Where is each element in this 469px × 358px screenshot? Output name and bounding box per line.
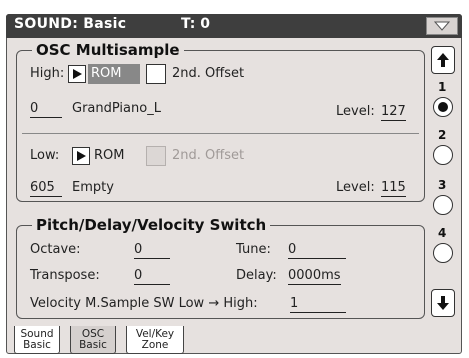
high-multisample-name[interactable]: GrandPiano_L <box>72 101 161 116</box>
high-label: High: <box>30 66 65 81</box>
delay-label: Delay: <box>236 268 277 283</box>
play-arrow-icon <box>73 69 82 79</box>
play-arrow-icon <box>77 151 86 161</box>
layer-3-radio[interactable] <box>433 195 453 215</box>
tab-sound-basic[interactable]: Sound Basic <box>14 326 60 354</box>
arrow-up-icon <box>437 53 449 67</box>
high-2nd-offset-checkbox[interactable] <box>146 64 166 84</box>
low-label: Low: <box>30 148 60 163</box>
low-multisample-name[interactable]: Empty <box>72 180 114 195</box>
velocity-switch-label: Velocity M.Sample SW Low → High: <box>30 296 258 311</box>
tab-line: Basic <box>23 339 51 351</box>
tab-osc-basic[interactable]: OSC Basic <box>70 326 116 354</box>
low-multisample-number[interactable]: 605 <box>30 180 62 197</box>
scroll-up-button[interactable] <box>431 46 455 74</box>
layer-2-radio[interactable] <box>433 145 453 165</box>
layer-1-radio[interactable] <box>433 97 453 117</box>
layer-1-number: 1 <box>438 80 447 94</box>
pitch-panel-title: Pitch/Delay/Velocity Switch <box>32 216 271 234</box>
high-2nd-offset-label: 2nd. Offset <box>172 66 245 81</box>
tune-value[interactable]: 0 <box>288 242 346 259</box>
low-level-label: Level: <box>336 180 375 195</box>
selected-dot <box>438 102 448 112</box>
high-source-selector[interactable] <box>68 65 86 83</box>
page-title: SOUND: Basic <box>14 16 127 32</box>
arrow-down-icon <box>437 296 449 310</box>
tab-line: Zone <box>141 339 169 351</box>
layer-scrollbar: 1 2 3 4 <box>429 46 457 322</box>
velocity-switch-value[interactable]: 1 <box>290 296 346 313</box>
high-multisample-number[interactable]: 0 <box>30 101 62 118</box>
delay-value[interactable]: 0000ms <box>288 268 341 285</box>
tab-vel-key-zone[interactable]: Vel/Key Zone <box>126 326 184 354</box>
low-2nd-offset-checkbox[interactable] <box>146 146 166 166</box>
tune-label: Tune: <box>236 242 271 257</box>
high-source-value[interactable]: ROM <box>88 64 140 84</box>
timbre-indicator: T: 0 <box>181 16 210 32</box>
high-level-value[interactable]: 127 <box>381 104 406 121</box>
tab-line: Basic <box>79 339 107 351</box>
low-2nd-offset-label: 2nd. Offset <box>172 148 245 163</box>
page-menu-button[interactable] <box>426 17 458 35</box>
low-source-selector[interactable] <box>72 147 90 165</box>
low-level-value[interactable]: 115 <box>381 180 406 197</box>
chevron-down-icon <box>433 21 451 31</box>
scroll-down-button[interactable] <box>431 289 455 317</box>
octave-label: Octave: <box>30 242 81 257</box>
octave-value[interactable]: 0 <box>134 242 170 259</box>
layer-4-number: 4 <box>438 226 447 240</box>
high-level-label: Level: <box>336 104 375 119</box>
title-bar: SOUND: Basic T: 0 <box>6 14 462 38</box>
transpose-label: Transpose: <box>30 268 100 283</box>
transpose-value[interactable]: 0 <box>134 268 170 285</box>
layer-2-number: 2 <box>438 128 447 142</box>
osc-divider <box>22 133 419 134</box>
layer-3-number: 3 <box>438 178 447 192</box>
layer-4-radio[interactable] <box>433 243 453 263</box>
osc-panel-title: OSC Multisample <box>32 41 184 59</box>
low-source-value[interactable]: ROM <box>94 148 124 163</box>
